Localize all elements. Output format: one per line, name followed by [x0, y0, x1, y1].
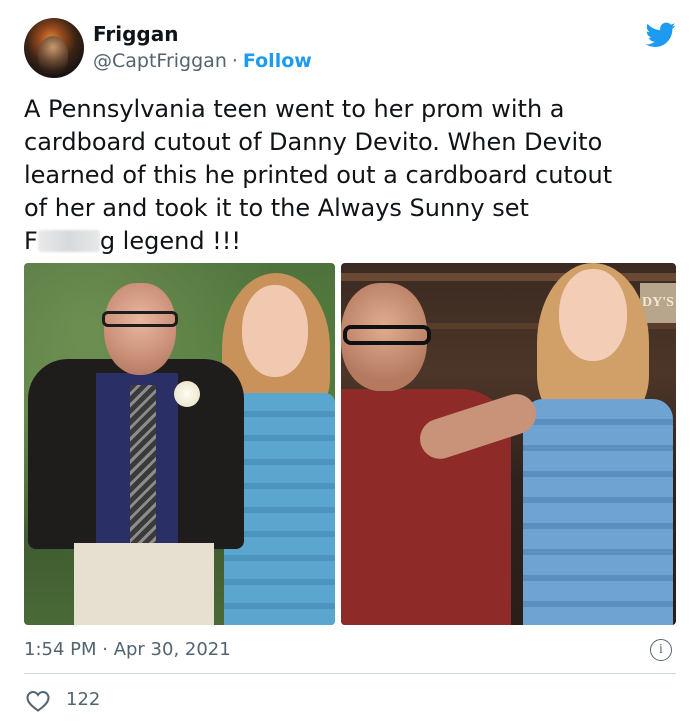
- divider: [24, 673, 676, 674]
- tweet-card: Friggan @CaptFriggan · Follow A Pennsylvan…: [0, 0, 700, 728]
- photo-set-cutout[interactable]: DY'S: [341, 263, 676, 625]
- follow-button[interactable]: Follow: [243, 50, 312, 72]
- author-handle[interactable]: @CaptFriggan: [93, 50, 227, 72]
- photo-figure: [523, 399, 673, 625]
- tweet-line-4: of her and took it to the Always Sunny s…: [24, 194, 529, 222]
- like-count[interactable]: 122: [66, 689, 100, 710]
- photo-figure: [74, 543, 214, 625]
- tweet-actions: 122: [24, 688, 224, 716]
- twitter-bird-icon[interactable]: [646, 22, 676, 48]
- photo-figure: [102, 311, 178, 327]
- separator-dot: ·: [231, 50, 238, 72]
- heart-icon[interactable]: [26, 690, 50, 712]
- tweet-line-5-end: g legend !!!: [99, 227, 242, 255]
- avatar[interactable]: [24, 18, 84, 78]
- tweet-text: A Pennsylvania teen went to her prom wit…: [24, 93, 664, 258]
- photo-figure: [559, 269, 627, 361]
- tweet-line-2: cardboard cutout of Danny Devito. When D…: [24, 128, 603, 156]
- timestamp-link[interactable]: 1:54 PM · Apr 30, 2021: [24, 639, 231, 660]
- censor-blur: [37, 230, 100, 252]
- handle-row: @CaptFriggan · Follow: [93, 50, 312, 72]
- photo-figure: [104, 283, 176, 375]
- tweet-line-5-start: F: [24, 227, 38, 255]
- tweet-line-1: A Pennsylvania teen went to her prom wit…: [24, 95, 565, 123]
- photo-figure: [242, 285, 308, 377]
- photo-figure: [174, 381, 200, 407]
- photo-prom-cutout[interactable]: [24, 263, 335, 625]
- photo-figure: [130, 385, 156, 565]
- author-name[interactable]: Friggan: [93, 22, 178, 46]
- info-icon[interactable]: i: [650, 639, 672, 661]
- tweet-header: Friggan @CaptFriggan · Follow: [24, 18, 680, 82]
- media-grid: DY'S: [24, 263, 676, 625]
- tweet-line-3: learned of this he printed out a cardboa…: [24, 161, 613, 189]
- photo-figure: [343, 325, 431, 345]
- tweet-meta: 1:54 PM · Apr 30, 2021 i: [24, 639, 676, 663]
